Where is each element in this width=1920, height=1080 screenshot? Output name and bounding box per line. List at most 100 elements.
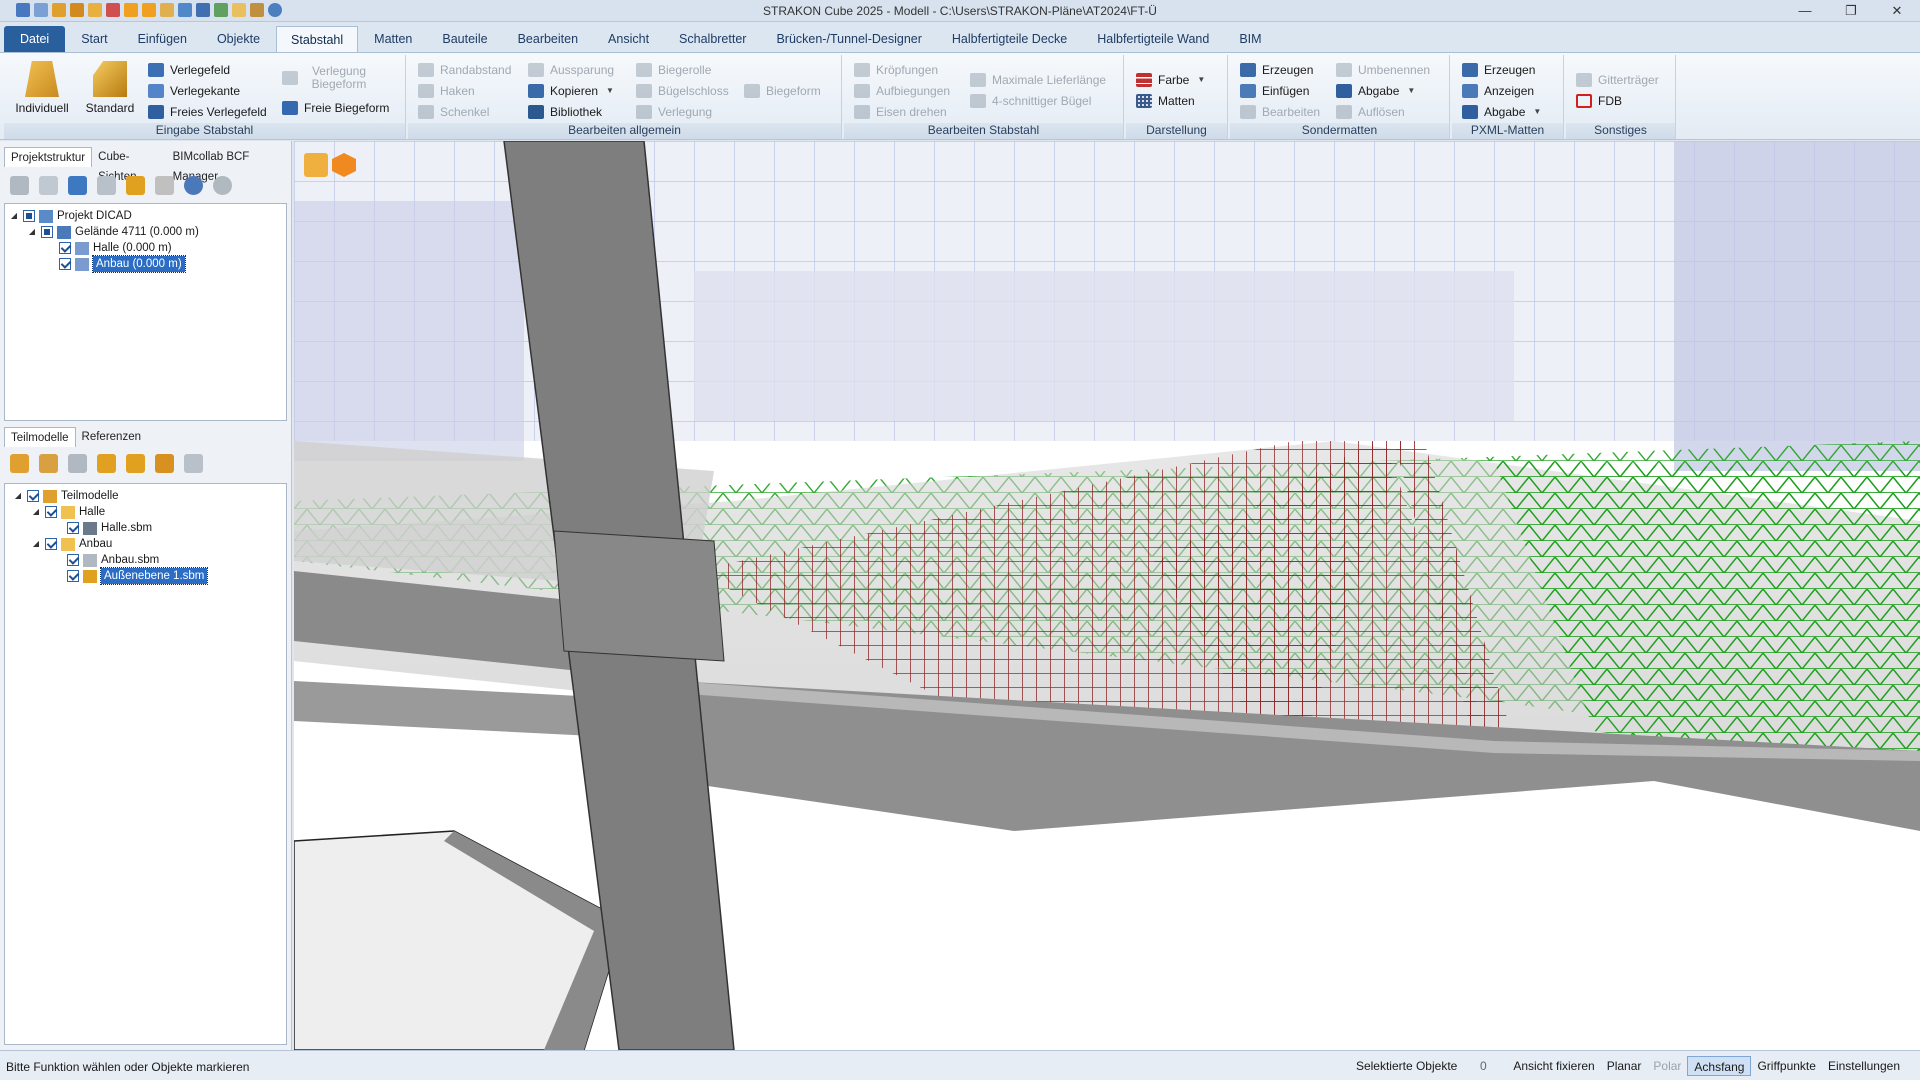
tree-node-aussenebene[interactable]: Außenebene 1.sbm <box>67 567 209 585</box>
tab-bimcollab[interactable]: BIMcollab BCF Manager <box>167 147 291 183</box>
tree-node-halle[interactable]: Halle (0.000 m) <box>59 240 172 256</box>
ansicht-fixieren-toggle[interactable]: Ansicht fixieren <box>1507 1056 1600 1076</box>
tree-node-anbau-folder[interactable]: ◢ Anbau <box>31 536 112 552</box>
sm-einfuegen-button[interactable]: Einfügen <box>1240 82 1309 100</box>
tab-bim[interactable]: BIM <box>1225 26 1275 52</box>
tab-matten[interactable]: Matten <box>360 26 426 52</box>
collapse-icon[interactable]: ◢ <box>13 488 23 504</box>
house-icon[interactable] <box>39 175 58 195</box>
pxml-abgabe-dropdown-icon[interactable]: ▼ <box>1533 103 1541 121</box>
tab-einfuegen[interactable]: Einfügen <box>124 26 201 52</box>
tree-node-projekt[interactable]: ◢ Projekt DICAD <box>9 208 132 224</box>
tab-projektstruktur[interactable]: Projektstruktur <box>4 147 93 167</box>
tab-bearbeiten[interactable]: Bearbeiten <box>504 26 592 52</box>
restore-button[interactable]: ❐ <box>1828 0 1874 22</box>
tab-halbfertigteile-wand[interactable]: Halbfertigteile Wand <box>1083 26 1223 52</box>
schnittiger-buegel-button[interactable]: 4-schnittiger Bügel <box>970 92 1091 110</box>
individuell-button[interactable]: Individuell <box>14 61 70 115</box>
tab-teilmodelle[interactable]: Teilmodelle <box>4 427 76 447</box>
level-down-icon[interactable] <box>10 175 29 195</box>
tree-node-halle-folder[interactable]: ◢ Halle <box>31 504 105 520</box>
tree-node-gelaende[interactable]: ◢ Gelände 4711 (0.000 m) <box>27 224 199 240</box>
achsfang-toggle[interactable]: Achsfang <box>1687 1056 1752 1076</box>
verlegung-biegeform-button[interactable]: Verlegung Biegeform <box>282 63 392 93</box>
polar-toggle[interactable]: Polar <box>1647 1056 1687 1076</box>
sm-erzeugen-button[interactable]: Erzeugen <box>1240 61 1313 79</box>
verlegung-button[interactable]: Verlegung <box>636 103 712 121</box>
planar-toggle[interactable]: Planar <box>1601 1056 1648 1076</box>
tree-node-anbau[interactable]: Anbau (0.000 m) <box>59 255 186 273</box>
freies-verlegefeld-button[interactable]: Freies Verlegefeld <box>148 103 267 121</box>
farbe-button[interactable]: Farbe ▼ <box>1136 71 1205 89</box>
tab-ansicht[interactable]: Ansicht <box>594 26 663 52</box>
collapse-icon[interactable]: ◢ <box>31 504 41 520</box>
tree-node-teilmodelle[interactable]: ◢ Teilmodelle <box>13 488 119 504</box>
checkbox[interactable] <box>41 226 53 238</box>
fdb-button[interactable]: FDB <box>1576 92 1622 110</box>
flag-icon[interactable] <box>155 453 174 473</box>
tab-bauteile[interactable]: Bauteile <box>428 26 501 52</box>
collapse-icon[interactable]: ◢ <box>9 208 19 224</box>
standard-button[interactable]: Standard <box>82 61 138 115</box>
eisen-drehen-button[interactable]: Eisen drehen <box>854 103 947 121</box>
einstellungen-button[interactable]: Einstellungen <box>1822 1056 1906 1076</box>
tab-cube-sichten[interactable]: Cube-Sichten <box>92 147 167 183</box>
checkbox[interactable] <box>23 210 35 222</box>
tab-bruecken-tunnel-designer[interactable]: Brücken-/Tunnel-Designer <box>762 26 935 52</box>
pen-icon[interactable] <box>126 175 145 195</box>
add-submodel-icon[interactable] <box>10 453 29 473</box>
checkbox[interactable] <box>67 522 79 534</box>
pxml-abgabe-button[interactable]: Abgabe ▼ <box>1462 103 1541 121</box>
sm-umbenennen-button[interactable]: Umbenennen <box>1336 61 1430 79</box>
close-button[interactable]: ✕ <box>1874 0 1920 22</box>
checkbox[interactable] <box>67 554 79 566</box>
checkbox[interactable] <box>59 258 71 270</box>
sm-bearbeiten-button[interactable]: Bearbeiten <box>1240 103 1320 121</box>
tab-start[interactable]: Start <box>67 26 121 52</box>
aufbiegungen-button[interactable]: Aufbiegungen <box>854 82 950 100</box>
pxml-anzeigen-button[interactable]: Anzeigen <box>1462 82 1534 100</box>
tab-objekte[interactable]: Objekte <box>203 26 274 52</box>
biegeform-button[interactable]: Biegeform <box>744 82 821 100</box>
delete-icon[interactable] <box>155 175 174 195</box>
collapse-icon[interactable]: ◢ <box>27 224 37 240</box>
checkbox[interactable] <box>45 538 57 550</box>
checkbox[interactable] <box>67 570 79 582</box>
schenkel-button[interactable]: Schenkel <box>418 103 489 121</box>
checkbox[interactable] <box>27 490 39 502</box>
farbe-dropdown-icon[interactable]: ▼ <box>1197 71 1205 89</box>
check-icon[interactable] <box>184 453 203 473</box>
collapse-icon[interactable]: ◢ <box>31 536 41 552</box>
tab-halbfertigteile-decke[interactable]: Halbfertigteile Decke <box>938 26 1081 52</box>
randabstand-button[interactable]: Randabstand <box>418 61 511 79</box>
verlegekante-button[interactable]: Verlegekante <box>148 82 240 100</box>
tree-node-halle-sbm[interactable]: Halle.sbm <box>67 520 152 536</box>
haken-button[interactable]: Haken <box>418 82 475 100</box>
gittertraeger-button[interactable]: Gitterträger <box>1576 71 1659 89</box>
griffpunkte-toggle[interactable]: Griffpunkte <box>1751 1056 1821 1076</box>
sm-abgabe-button[interactable]: Abgabe ▼ <box>1336 82 1415 100</box>
navigation-view-icon[interactable] <box>304 153 328 177</box>
pxml-erzeugen-button[interactable]: Erzeugen <box>1462 61 1535 79</box>
tab-datei[interactable]: Datei <box>4 26 66 52</box>
share-icon[interactable] <box>126 453 145 473</box>
kroepfungen-button[interactable]: Kröpfungen <box>854 61 938 79</box>
disc-icon[interactable] <box>213 175 232 195</box>
user-icon[interactable] <box>68 453 87 473</box>
pen-icon[interactable] <box>97 453 116 473</box>
house-active-icon[interactable] <box>68 175 87 195</box>
matten-button[interactable]: Matten <box>1136 92 1195 110</box>
import-submodel-icon[interactable] <box>39 453 58 473</box>
cube-view-icon[interactable] <box>332 153 356 177</box>
sm-abgabe-dropdown-icon[interactable]: ▼ <box>1407 82 1415 100</box>
sm-aufloesen-button[interactable]: Auflösen <box>1336 103 1405 121</box>
3d-viewport[interactable] <box>294 141 1920 1050</box>
aussparung-button[interactable]: Aussparung <box>528 61 614 79</box>
checkbox[interactable] <box>59 242 71 254</box>
kopieren-button[interactable]: Kopieren ▼ <box>528 82 614 100</box>
verlegefeld-button[interactable]: Verlegefeld <box>148 61 230 79</box>
bibliothek-button[interactable]: Bibliothek <box>528 103 602 121</box>
freie-biegeform-button[interactable]: Freie Biegeform <box>282 99 389 117</box>
minimize-button[interactable]: — <box>1782 0 1828 22</box>
max-lieferlaenge-button[interactable]: Maximale Lieferlänge <box>970 71 1106 89</box>
